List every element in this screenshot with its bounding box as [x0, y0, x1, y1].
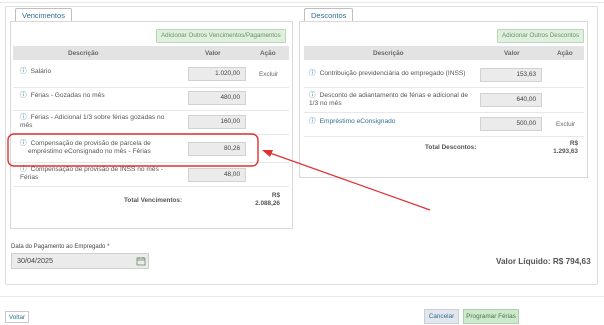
- annotation-overlay: [7, 133, 431, 211]
- highlight-rectangle: [7, 133, 259, 167]
- annotation-arrow-head: [262, 150, 273, 157]
- annotation-arrow-line: [269, 152, 431, 211]
